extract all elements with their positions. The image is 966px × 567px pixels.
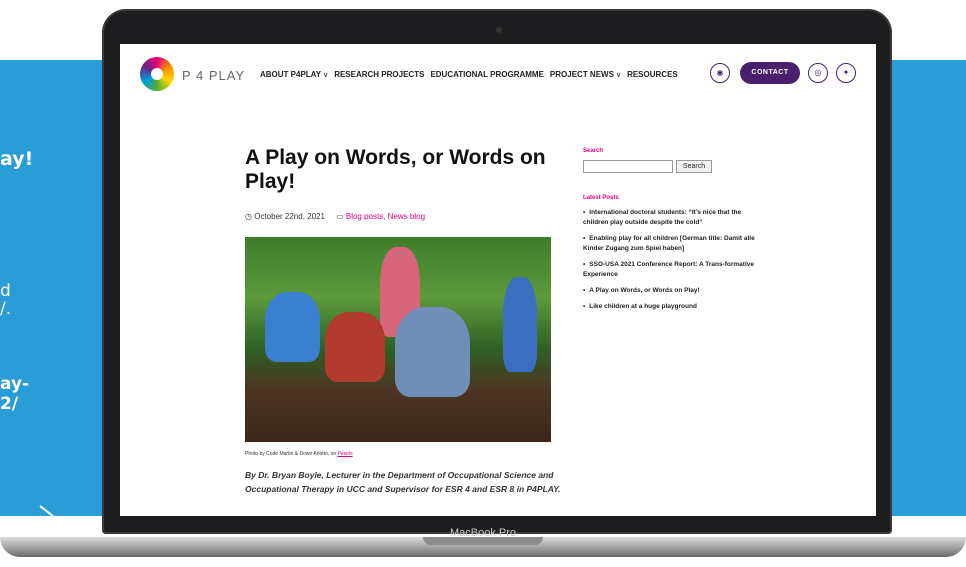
- latest-post-link[interactable]: Enabling play for all children [German t…: [583, 234, 763, 254]
- latest-post-link[interactable]: International doctoral students: “It’s n…: [583, 208, 763, 228]
- menu-item-research[interactable]: RESEARCH PROJECTS: [334, 70, 424, 79]
- menu-item-resources[interactable]: RESOURCES: [627, 70, 678, 79]
- latest-posts-heading: Latest Posts: [583, 195, 619, 201]
- search-label: Search: [583, 148, 604, 154]
- p4play-logo-icon[interactable]: [140, 57, 174, 91]
- search-button[interactable]: Search: [676, 160, 712, 173]
- latest-posts-list: International doctoral students: “It’s n…: [583, 208, 763, 318]
- chevron-down-icon: ∨: [615, 72, 622, 79]
- menu-item-news[interactable]: PROJECT NEWS ∨: [550, 70, 621, 79]
- twitter-icon[interactable]: ✦: [836, 63, 856, 83]
- photo-child-left: [325, 312, 385, 382]
- slide-text-5: 2/: [0, 394, 19, 414]
- latest-post-link[interactable]: Like children at a huge playground: [583, 302, 763, 312]
- photo-toy-truck: [265, 292, 320, 362]
- clock-icon: ◷: [245, 212, 252, 221]
- article-categories[interactable]: Blog posts, News blog: [346, 212, 425, 221]
- site-header: P 4 PLAY ABOUT P4PLAY ∨ RESEARCH PROJECTS…: [120, 44, 876, 102]
- main-menu: ABOUT P4PLAY ∨ RESEARCH PROJECTS EDUCATIO…: [260, 70, 678, 79]
- eye-icon[interactable]: ◉: [710, 63, 730, 83]
- menu-item-education[interactable]: EDUCATIONAL PROGRAMME: [430, 70, 543, 79]
- article-byline: By Dr. Bryan Boyle, Lecturer in the Depa…: [245, 470, 561, 494]
- search-input[interactable]: [583, 160, 673, 173]
- article-photo: [245, 237, 551, 442]
- slide-text-4: ay-: [0, 374, 30, 394]
- latest-post-link[interactable]: A Play on Words, or Words on Play!: [583, 286, 763, 296]
- site-brand[interactable]: P 4 PLAY: [182, 68, 245, 83]
- photo-child-right: [395, 307, 470, 397]
- browser-screen: P 4 PLAY ABOUT P4PLAY ∨ RESEARCH PROJECTS…: [120, 44, 876, 516]
- camera-icon: [496, 27, 502, 33]
- instagram-icon[interactable]: ◎: [808, 63, 828, 83]
- article-meta: ◷ October 22nd, 2021 ▭ Blog posts, News …: [245, 212, 425, 221]
- latest-post-link[interactable]: SSO-USA 2021 Conference Report: A Trans-…: [583, 260, 763, 280]
- photo-child-far-right: [503, 277, 537, 372]
- photo-caption: Photo by Code Martin & Down Arlotto, on …: [245, 451, 353, 457]
- caption-link[interactable]: Pexels: [338, 451, 353, 457]
- article-date: October 22nd, 2021: [254, 212, 325, 221]
- folder-icon: ▭: [336, 212, 344, 221]
- contact-button[interactable]: CONTACT: [740, 62, 800, 84]
- slide-text-1: ay!: [0, 148, 34, 170]
- slide-text-2: d: [0, 281, 11, 301]
- slide-text-3: /.: [0, 299, 12, 319]
- chevron-down-icon: ∨: [323, 72, 329, 79]
- laptop-notch: [423, 537, 543, 545]
- article-title: A Play on Words, or Words on Play!: [245, 146, 546, 193]
- menu-item-about[interactable]: ABOUT P4PLAY ∨: [260, 70, 328, 79]
